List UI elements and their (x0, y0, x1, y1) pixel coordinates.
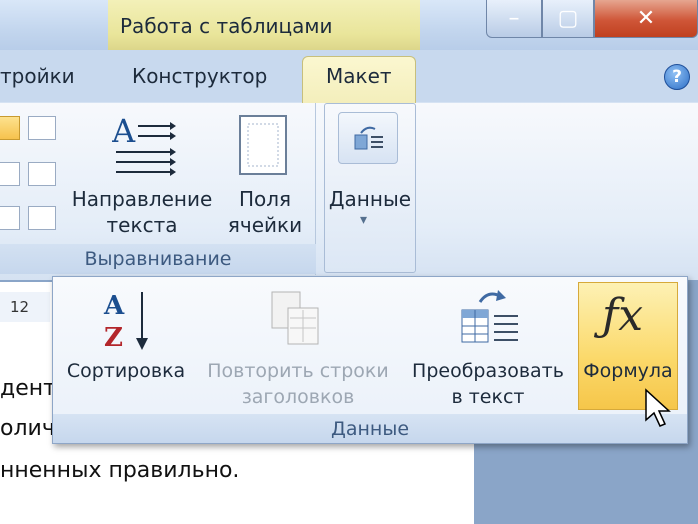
align-middle-center-button[interactable] (28, 162, 56, 186)
document-line: нненных правильно. (0, 458, 240, 483)
maximize-button[interactable]: ▢ (542, 0, 594, 38)
data-icon (354, 126, 383, 150)
text-direction-label-2: текста (106, 213, 178, 237)
convert-to-text-label-2: в текст (451, 386, 525, 408)
convert-to-text-button[interactable]: Преобразовать в текст (402, 282, 574, 410)
cell-margins-icon (239, 115, 287, 175)
data-button-label: Данные (328, 187, 412, 211)
tab-design[interactable]: Конструктор (132, 64, 267, 88)
minimize-button[interactable]: – (486, 0, 542, 38)
sort-button[interactable]: A Z Сортировка (58, 282, 194, 410)
svg-text:Z: Z (104, 323, 123, 352)
text-direction-label: Направление (71, 187, 213, 211)
repeat-header-rows-label: Повторить строки (207, 360, 389, 382)
chevron-down-icon: ▾ (360, 212, 368, 228)
fx-icon: ƒx (602, 290, 644, 341)
alignment-group-label: Выравнивание (0, 244, 316, 274)
repeat-header-rows-button[interactable]: Повторить строки заголовков (196, 282, 400, 410)
maximize-icon: ▢ (557, 6, 579, 31)
repeat-header-rows-icon (271, 291, 319, 345)
data-icon-frame (338, 112, 398, 164)
help-icon[interactable]: ? (664, 64, 690, 90)
document-line: дент (0, 376, 56, 401)
mouse-cursor-icon (645, 388, 671, 427)
data-dropdown-label: Данные (53, 414, 687, 443)
convert-to-text-icon (461, 290, 518, 343)
formula-label: Формула (583, 360, 673, 382)
sort-label: Сортировка (66, 360, 186, 382)
text-direction-icon: A (112, 114, 176, 176)
sort-icon: A Z (103, 291, 148, 352)
text-direction-button[interactable]: A Направление текста (68, 108, 216, 242)
align-top-left-button[interactable] (0, 116, 20, 140)
align-bottom-left-button[interactable] (0, 206, 20, 230)
svg-text:A: A (112, 114, 136, 150)
align-top-center-button[interactable] (28, 116, 56, 140)
minimize-icon: – (508, 6, 520, 31)
tab-layout[interactable]: Макет (326, 64, 392, 88)
close-button[interactable]: ✕ (594, 0, 698, 38)
convert-to-text-label: Преобразовать (412, 360, 564, 382)
font-size-value: 12 (10, 298, 30, 316)
cell-margins-label: Поля (238, 187, 292, 211)
context-tab-title: Работа с таблицами (120, 14, 333, 38)
tab-settings[interactable]: тройки (0, 64, 75, 88)
align-bottom-center-button[interactable] (28, 206, 56, 230)
cell-margins-label-2: ячейки (227, 213, 303, 237)
document-line: олич (0, 416, 55, 441)
close-icon: ✕ (636, 6, 656, 31)
svg-text:A: A (103, 291, 125, 321)
cell-margins-button[interactable]: Поля ячейки (222, 108, 308, 242)
repeat-header-rows-label-2: заголовков (241, 386, 355, 408)
align-middle-left-button[interactable] (0, 162, 20, 186)
